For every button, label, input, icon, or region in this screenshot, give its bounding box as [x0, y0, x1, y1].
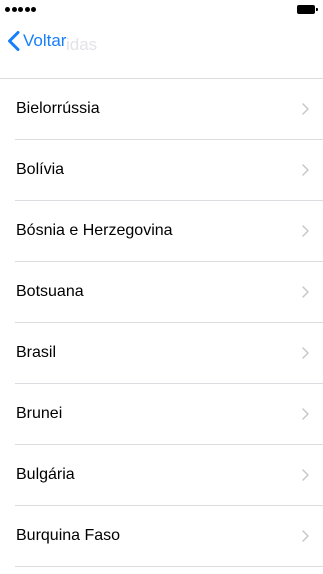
back-label: Voltar: [23, 31, 67, 50]
list-item-label: Bolívia: [16, 161, 65, 178]
nav-ghost-title: idas: [66, 35, 98, 54]
list-item-label: Bielorrússia: [16, 100, 100, 117]
status-bar: [0, 0, 323, 20]
list-item-label: Brasil: [16, 344, 57, 361]
chevron-right-icon: [302, 469, 309, 481]
list-item-label: Botsuana: [16, 283, 84, 300]
chevron-right-icon: [302, 286, 309, 298]
list-item[interactable]: Botsuana: [15, 262, 323, 323]
country-list: Bielorrússia Bolívia Bósnia e Herzegovin…: [0, 78, 323, 567]
list-item[interactable]: Bulgária: [15, 445, 323, 506]
chevron-right-icon: [302, 225, 309, 237]
list-item[interactable]: Brasil: [15, 323, 323, 384]
list-item-label: Burquina Faso: [16, 527, 121, 544]
back-button[interactable]: Voltar: [7, 31, 66, 51]
list-item[interactable]: Bielorrússia: [15, 79, 323, 140]
nav-bar: idas Voltar: [0, 20, 323, 64]
battery-icon: [297, 5, 318, 14]
chevron-right-icon: [302, 530, 309, 542]
chevron-left-icon: [8, 31, 20, 51]
chevron-right-icon: [302, 347, 309, 359]
list-item-label: Bulgária: [16, 466, 75, 483]
list-item-label: Bósnia e Herzegovina: [16, 222, 173, 239]
list-item[interactable]: Bolívia: [15, 140, 323, 201]
list-item[interactable]: Brunei: [15, 384, 323, 445]
list-item[interactable]: Burquina Faso: [15, 506, 323, 567]
screen: idas Voltar Bielorrússia Bolívia Bósnia …: [0, 0, 323, 574]
chevron-right-icon: [302, 164, 309, 176]
signal-dots-icon: [5, 7, 36, 12]
chevron-right-icon: [302, 103, 309, 115]
list-item[interactable]: Bósnia e Herzegovina: [15, 201, 323, 262]
chevron-right-icon: [302, 408, 309, 420]
list-item-label: Brunei: [16, 405, 63, 422]
